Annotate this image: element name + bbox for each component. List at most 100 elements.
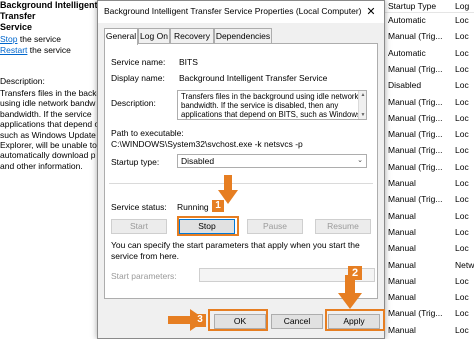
service-row[interactable]: Manual Loc (385, 225, 474, 240)
apply-button[interactable]: Apply (328, 314, 380, 329)
scroll-up-icon[interactable]: ▲ (359, 91, 366, 99)
services-list-header: Startup Type Log (385, 0, 474, 13)
service-row[interactable]: Manual (Trig... Loc (385, 143, 474, 158)
chevron-down-icon: ⌄ (357, 157, 363, 164)
description-scrollbar[interactable]: ▲ ▼ (358, 91, 366, 119)
service-title-line1: Background Intelligent Transfer (0, 0, 98, 21)
startup-type-cell: Manual (Trig... (388, 112, 443, 123)
service-row[interactable]: Manual Loc (385, 323, 474, 338)
startup-type-cell: Automatic (388, 15, 426, 25)
log-on-as-cell: Loc (455, 308, 469, 319)
startup-type-cell: Manual (Trig... (388, 31, 443, 42)
service-row[interactable]: Manual (Trig... Loc (385, 29, 474, 44)
log-on-as-cell: Loc (455, 324, 469, 335)
column-header-log-on-as[interactable]: Log (455, 0, 469, 12)
stop-button[interactable]: Stop (179, 219, 235, 234)
log-on-as-cell: Loc (455, 96, 469, 107)
restart-service-link[interactable]: Restart (0, 45, 27, 55)
tab-general[interactable]: General (104, 28, 138, 45)
close-icon[interactable]: ✕ (360, 2, 382, 22)
startup-type-cell: Manual (Trig... (388, 63, 443, 74)
dialog-titlebar[interactable]: Background Intelligent Transfer Service … (98, 1, 384, 23)
startup-type-select[interactable]: Disabled ⌄ (177, 154, 367, 168)
startup-type-cell: Automatic (388, 47, 426, 58)
service-name-label: Service name: (111, 57, 166, 67)
display-name-label: Display name: (111, 73, 165, 83)
description-value: Transfers files in the background using … (181, 92, 361, 119)
startup-type-label: Startup type: (111, 157, 160, 167)
startup-type-cell: Manual (388, 275, 416, 286)
service-row[interactable]: Manual Loc (385, 290, 474, 305)
service-status-value: Running (177, 202, 209, 212)
log-on-as-cell: Loc (455, 129, 469, 140)
startup-type-cell: Manual (388, 178, 416, 188)
service-row[interactable]: Manual (Trig... Loc (385, 192, 474, 207)
description-text: Transfers files in the background using … (0, 88, 100, 171)
display-name-value: Background Intelligent Transfer Service (179, 73, 328, 83)
restart-service-suffix: the service (27, 45, 71, 55)
service-row[interactable]: Manual Loc (385, 176, 474, 191)
properties-dialog: Background Intelligent Transfer Service … (97, 0, 385, 339)
log-on-as-cell: Loc (455, 47, 469, 58)
service-row[interactable]: Manual (Trig... Loc (385, 306, 474, 321)
general-tab-panel: Service name: BITS Display name: Backgro… (104, 43, 378, 299)
startup-type-cell: Manual (Trig... (388, 145, 443, 156)
startup-type-cell: Manual (388, 226, 416, 237)
resume-button[interactable]: Resume (315, 219, 371, 234)
divider (109, 183, 373, 184)
pause-button[interactable]: Pause (247, 219, 303, 234)
startup-type-cell: Manual (Trig... (388, 194, 443, 205)
marker-2: 2 (348, 266, 362, 280)
start-params-label: Start parameters: (111, 271, 177, 281)
restart-service-line: Restart the service (0, 45, 71, 56)
log-on-as-cell: Loc (455, 243, 469, 254)
service-row[interactable]: Manual Loc (385, 274, 474, 289)
startup-type-cell: Manual (388, 292, 416, 303)
service-detail-pane: Background Intelligent Transfer Service … (0, 0, 100, 339)
dialog-title: Background Intelligent Transfer Service … (104, 6, 362, 16)
path-value: C:\WINDOWS\System32\svchost.exe -k netsv… (111, 139, 303, 149)
scroll-down-icon[interactable]: ▼ (359, 111, 366, 119)
tab-dependencies[interactable]: Dependencies (214, 28, 272, 44)
ok-button[interactable]: OK (214, 314, 266, 329)
tab-log-on[interactable]: Log On (138, 28, 170, 44)
column-header-startup-type[interactable]: Startup Type (388, 0, 436, 12)
log-on-as-cell: Loc (455, 112, 469, 123)
stop-service-line: Stop the service (0, 34, 61, 45)
service-row[interactable]: Manual Netw (385, 258, 474, 273)
service-row[interactable]: Manual Loc (385, 209, 474, 224)
startup-type-cell: Manual (388, 324, 416, 335)
cancel-button[interactable]: Cancel (271, 314, 323, 329)
stop-service-link[interactable]: Stop (0, 34, 18, 44)
description-heading: Description: (0, 76, 45, 86)
service-row[interactable]: Manual (Trig... Loc (385, 111, 474, 126)
log-on-as-cell: Loc (455, 178, 469, 188)
service-row[interactable]: Manual (Trig... Loc (385, 127, 474, 142)
service-row[interactable]: Automatic Loc (385, 13, 474, 28)
service-row[interactable]: Manual (Trig... Loc (385, 95, 474, 110)
log-on-as-cell: Loc (455, 226, 469, 237)
log-on-as-cell: Loc (455, 210, 469, 221)
log-on-as-cell: Loc (455, 161, 469, 172)
log-on-as-cell: Loc (455, 31, 469, 42)
log-on-as-cell: Netw (455, 259, 474, 270)
start-button[interactable]: Start (111, 219, 167, 234)
service-row[interactable]: Disabled Loc (385, 78, 474, 93)
service-row[interactable]: Manual (Trig... Loc (385, 160, 474, 175)
log-on-as-cell: Loc (455, 275, 469, 286)
service-row[interactable]: Manual Loc (385, 241, 474, 256)
description-label: Description: (111, 98, 156, 108)
startup-type-value: Disabled (181, 156, 215, 166)
description-box[interactable]: Transfers files in the background using … (177, 90, 367, 120)
marker-3: 3 (194, 314, 206, 327)
service-row[interactable]: Manual (Trig... Loc (385, 62, 474, 77)
log-on-as-cell: Loc (455, 63, 469, 74)
path-label: Path to executable: (111, 128, 184, 138)
service-name-value: BITS (179, 57, 198, 67)
service-row[interactable]: Automatic Loc (385, 46, 474, 61)
startup-type-cell: Disabled (388, 80, 422, 91)
log-on-as-cell: Loc (455, 145, 469, 156)
tab-recovery[interactable]: Recovery (170, 28, 214, 44)
startup-type-cell: Manual (Trig... (388, 96, 443, 107)
startup-type-cell: Manual (Trig... (388, 129, 443, 140)
